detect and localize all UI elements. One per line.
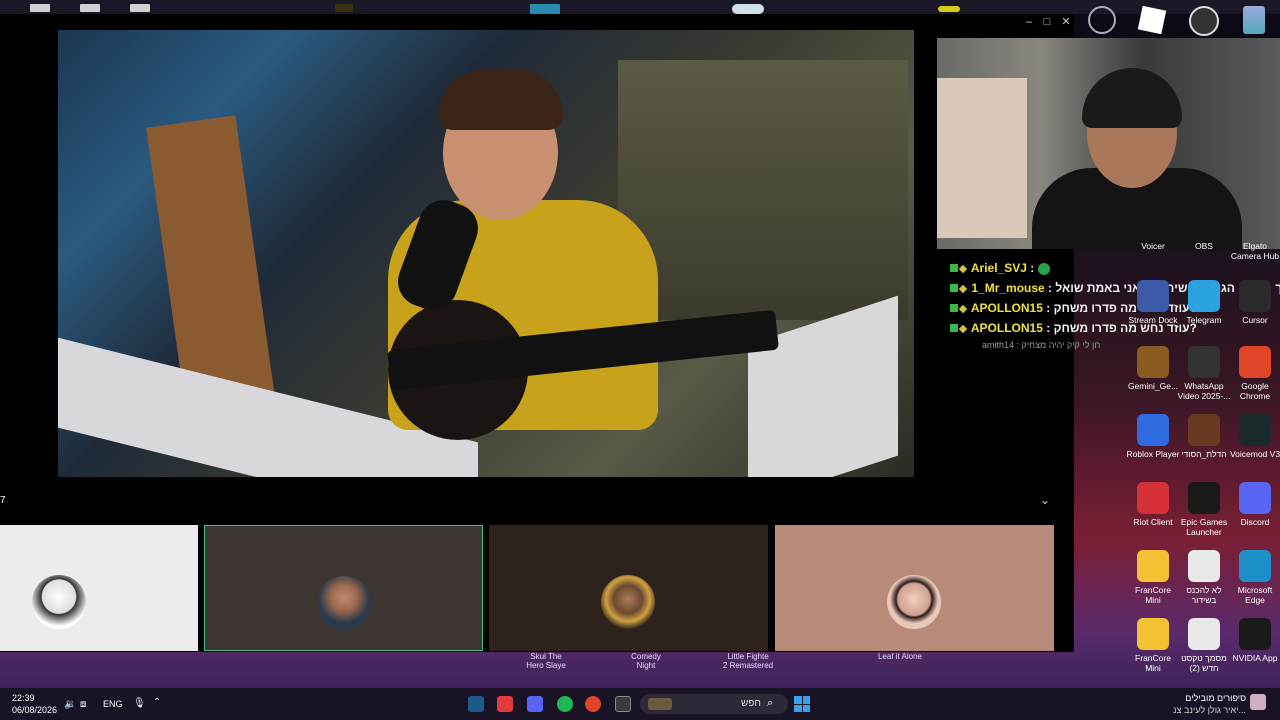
chat-badge-icon — [958, 284, 968, 294]
app-icon[interactable] — [530, 4, 560, 14]
chevron-up-icon[interactable]: ⌃ — [153, 697, 161, 708]
app-icon[interactable] — [732, 4, 764, 14]
desktop-label[interactable]: Leaf it Alone — [870, 652, 930, 661]
app-icon[interactable] — [335, 4, 353, 12]
obs-icon[interactable] — [1189, 6, 1219, 36]
desktop-label: Discord — [1240, 517, 1270, 527]
desktop-label[interactable]: Little Fighte 2 Remastered — [718, 652, 778, 670]
edge-icon — [1239, 550, 1271, 582]
stream-dock-icon — [1137, 280, 1169, 312]
network-icon[interactable]: ⧈ — [80, 699, 86, 710]
recycle-bin-icon[interactable] — [1243, 6, 1265, 34]
clock-time[interactable]: 22:39 — [12, 693, 35, 703]
avatar — [32, 575, 86, 629]
voicemod-icon — [1239, 414, 1271, 446]
chevron-down-icon[interactable]: ⌄ — [1040, 493, 1050, 507]
roblox-studio-icon[interactable] — [1137, 5, 1167, 35]
chrome-icon[interactable] — [585, 696, 601, 712]
desktop-shortcut[interactable]: NVIDIA App — [1225, 618, 1280, 663]
participant-tile[interactable] — [489, 525, 768, 651]
app-shortcut-icon[interactable] — [1088, 6, 1116, 34]
doc-icon — [1188, 618, 1220, 650]
roblox-icon — [1137, 414, 1169, 446]
app-icon[interactable] — [938, 6, 960, 12]
telegram-icon — [1188, 280, 1220, 312]
desktop-shortcut[interactable]: Discord — [1225, 482, 1280, 527]
nvidia-icon — [1239, 618, 1271, 650]
news-body[interactable]: יאיר גולן לעינב צנ... — [1170, 705, 1246, 715]
file-icon[interactable] — [80, 4, 100, 12]
image-file-icon — [1188, 414, 1220, 446]
desktop-shortcut[interactable]: Microsoft Edge — [1225, 550, 1280, 605]
news-widget-icon[interactable] — [1250, 694, 1266, 710]
desktop-label: Elgato Camera Hub — [1230, 241, 1280, 261]
file-icon[interactable] — [130, 4, 150, 12]
top-taskbar-strip — [0, 0, 1280, 14]
chat-message-faded: amith14 : חן לי קיק יהיה מצחיק — [982, 340, 1101, 350]
chat-badge-icon — [950, 264, 958, 272]
participant-tile[interactable] — [204, 525, 483, 651]
main-video-feed[interactable] — [58, 30, 914, 477]
participant-tile[interactable] — [775, 525, 1054, 651]
avatar — [601, 575, 655, 629]
doc-icon — [1188, 550, 1220, 582]
search-icon: ⌕ — [767, 697, 774, 709]
webcam-feed[interactable] — [937, 38, 1280, 249]
desktop-shortcut[interactable]: Elgato Camera Hub — [1225, 238, 1280, 261]
video-file-icon — [1188, 346, 1220, 378]
desktop-label: NVIDIA App — [1232, 653, 1278, 663]
riot-icon — [1137, 482, 1169, 514]
chat-username: 1_Mr_mouse — [971, 281, 1045, 295]
microphone-icon[interactable]: 🎙 — [133, 698, 146, 709]
clock-date[interactable]: 06/08/2026 — [12, 705, 57, 715]
close-button[interactable]: ✕ — [1057, 14, 1075, 30]
file-explorer-icon[interactable] — [615, 696, 631, 712]
avatar — [317, 576, 371, 630]
chat-username: APOLLON15 — [970, 301, 1043, 315]
desktop-label: Microsoft Edge — [1237, 585, 1273, 605]
avatar — [887, 575, 941, 629]
chat-username: APOLLON15 — [970, 321, 1043, 335]
search-placeholder: חפש — [741, 698, 761, 709]
desktop-label[interactable]: Skul The Hero Slaye — [518, 652, 574, 670]
chat-message: Ariel_SVJ : — [950, 258, 1250, 278]
volume-icon[interactable]: 🔉 — [64, 699, 76, 710]
folder-icon — [1137, 550, 1169, 582]
folder-icon — [1137, 618, 1169, 650]
search-highlight-icon — [648, 698, 672, 710]
chat-badge-icon — [958, 324, 968, 334]
news-title[interactable]: סיפורים מובילים — [1180, 693, 1246, 703]
discord-icon[interactable] — [527, 696, 543, 712]
chat-username: Ariel_SVJ — [970, 261, 1027, 275]
chrome-icon — [1239, 346, 1271, 378]
chat-badge-icon — [958, 304, 968, 314]
desktop-shortcut[interactable]: Voicemod V3 — [1225, 414, 1280, 459]
spotify-icon[interactable] — [557, 696, 573, 712]
app-icon[interactable] — [497, 696, 513, 712]
desktop-shortcut[interactable]: Cursor — [1225, 280, 1280, 325]
maximize-button[interactable]: □ — [1038, 14, 1056, 30]
start-button[interactable] — [794, 696, 810, 712]
steam-icon[interactable] — [468, 696, 484, 712]
language-indicator[interactable]: ENG — [103, 699, 123, 709]
desktop-label: Cursor — [1242, 315, 1268, 325]
chat-badge-icon — [950, 324, 958, 332]
chat-badge-icon — [950, 284, 958, 292]
chat-badge-icon — [958, 264, 968, 274]
file-icon[interactable] — [30, 4, 50, 12]
gemini-icon — [1137, 346, 1169, 378]
desktop-shortcut[interactable]: Google Chrome — [1225, 346, 1280, 401]
epic-icon — [1188, 482, 1220, 514]
participant-counter: 7 — [0, 495, 6, 506]
discord-icon — [1239, 482, 1271, 514]
emote-icon — [1037, 262, 1050, 275]
desktop-label: Voicemod V3 — [1229, 449, 1280, 459]
desktop-label: Google Chrome — [1239, 381, 1271, 401]
desktop-label[interactable]: Comedy Night — [618, 652, 674, 670]
cursor-icon — [1239, 280, 1271, 312]
chat-badge-icon — [950, 304, 958, 312]
desktop-screen: – □ ✕ Ariel_SVJ : 1_Mr_mouse : איך מישהו… — [0, 0, 1280, 720]
minimize-button[interactable]: – — [1020, 14, 1038, 30]
participant-tile[interactable] — [0, 525, 198, 651]
